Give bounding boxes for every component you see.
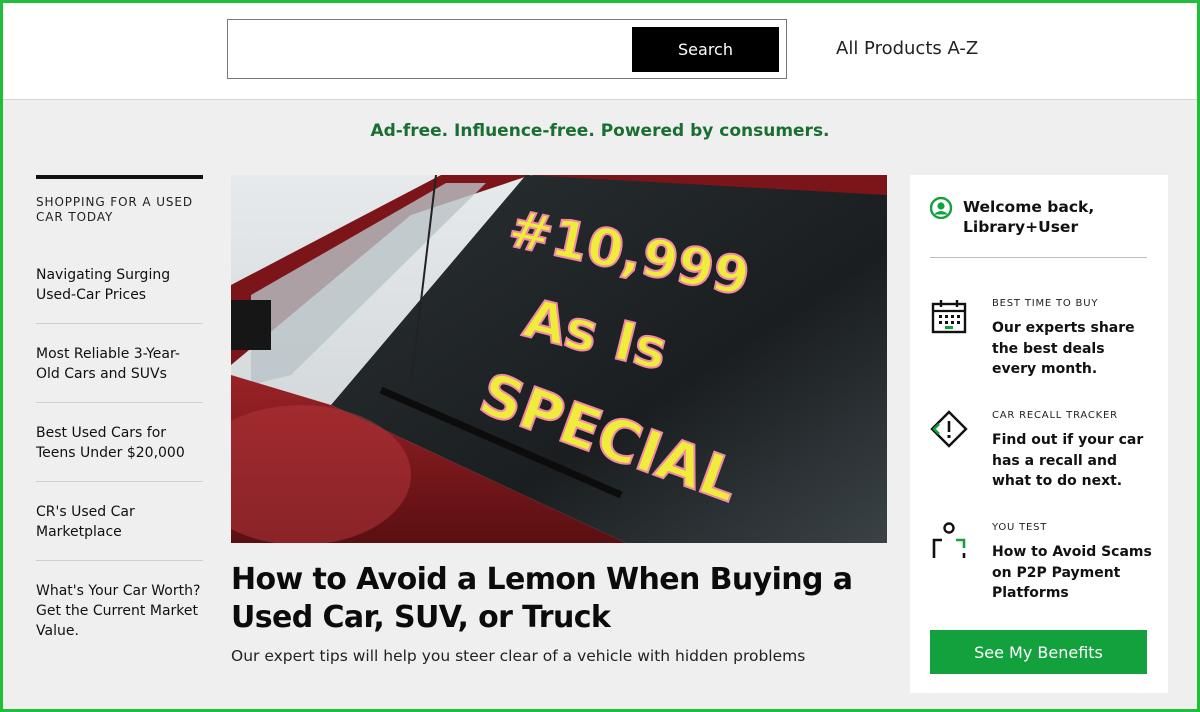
- hero-car-photo: #10,999 As Is SPECIAL: [231, 175, 887, 543]
- hero-title[interactable]: How to Avoid a Lemon When Buying a Used …: [231, 561, 871, 637]
- left-nav-item[interactable]: What's Your Car Worth? Get the Current M…: [36, 581, 203, 659]
- search-box: Search: [227, 19, 787, 79]
- recall-alert-icon: [930, 410, 968, 448]
- benefit-description[interactable]: Our experts share the best deals every m…: [992, 318, 1152, 380]
- user-avatar-icon: [929, 196, 953, 220]
- search-input[interactable]: [234, 28, 624, 70]
- left-nav-heading: SHOPPING FOR A USED CAR TODAY: [36, 195, 194, 224]
- hero-image[interactable]: #10,999 As Is SPECIAL: [231, 175, 887, 543]
- benefit-label: BEST TIME TO BUY: [992, 298, 1099, 309]
- welcome-message: Welcome back, Library+User: [963, 198, 1095, 236]
- calendar-icon: [930, 298, 968, 336]
- benefit-label: CAR RECALL TRACKER: [992, 410, 1118, 421]
- benefit-label: YOU TEST: [992, 522, 1048, 533]
- all-products-link[interactable]: All Products A-Z: [836, 38, 978, 59]
- left-nav-item[interactable]: Navigating Surging Used-Car Prices: [36, 265, 203, 324]
- left-nav-list: Navigating Surging Used-Car Prices Most …: [36, 265, 203, 659]
- hero-subtitle: Our expert tips will help you steer clea…: [231, 647, 806, 665]
- left-nav-rule: [36, 175, 203, 179]
- tagline: Ad-free. Influence-free. Powered by cons…: [370, 121, 830, 141]
- divider: [930, 257, 1147, 258]
- member-panel: Welcome back, Library+User BEST TIME TO …: [910, 175, 1168, 693]
- top-bar: Search All Products A-Z: [0, 0, 1200, 100]
- search-button[interactable]: Search: [632, 27, 779, 72]
- left-nav: SHOPPING FOR A USED CAR TODAY Navigating…: [36, 175, 203, 679]
- left-nav-item[interactable]: Most Reliable 3-Year-Old Cars and SUVs: [36, 344, 203, 403]
- left-nav-item[interactable]: Best Used Cars for Teens Under $20,000: [36, 423, 203, 482]
- see-my-benefits-button[interactable]: See My Benefits: [930, 630, 1147, 674]
- benefit-description[interactable]: How to Avoid Scams on P2P Payment Platfo…: [992, 542, 1152, 604]
- person-frame-icon: [930, 522, 968, 560]
- left-nav-item[interactable]: CR's Used Car Marketplace: [36, 502, 203, 561]
- benefit-description[interactable]: Find out if your car has a recall and wh…: [992, 430, 1152, 492]
